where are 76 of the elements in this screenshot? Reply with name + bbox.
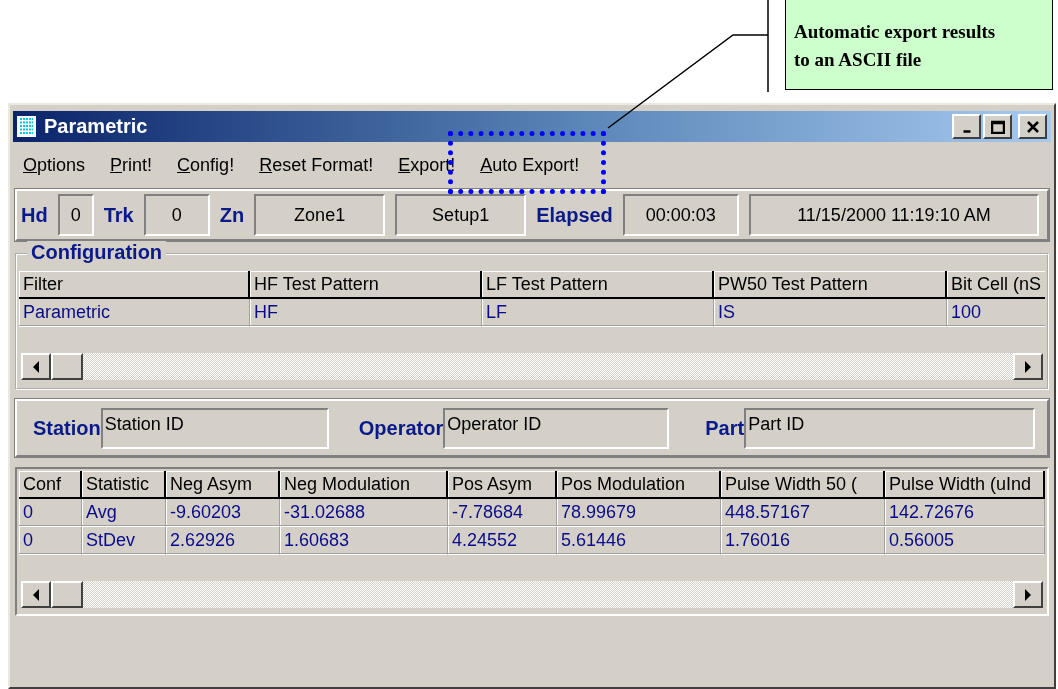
field-label: Operator	[358, 416, 444, 440]
table-cell: -9.60203	[166, 499, 280, 527]
scroll-right-button[interactable]	[1013, 581, 1043, 608]
table-cell: 1.60683	[280, 527, 448, 555]
window-title: Parametric	[44, 115, 149, 138]
menu-item[interactable]: Print!	[110, 155, 153, 176]
table-cell: 0	[19, 499, 82, 527]
menu-item[interactable]: Options	[23, 155, 86, 176]
group-title: Configuration	[27, 241, 167, 264]
table-cell: 0.56005	[885, 527, 1045, 555]
column-header[interactable]: Pos Asym	[448, 471, 557, 499]
table-cell: 1.76016	[721, 527, 885, 555]
column-header[interactable]: Pulse Width 50 (	[721, 471, 885, 499]
readout-field: 11/15/2000 11:19:10 AM	[748, 194, 1039, 236]
minimize-button[interactable]	[952, 114, 981, 139]
readout-field: Zone1	[254, 194, 386, 236]
table-cell: Avg	[82, 499, 166, 527]
close-button[interactable]	[1018, 114, 1047, 139]
table-cell: -7.78684	[448, 499, 557, 527]
column-header[interactable]: PW50 Test Pattern	[714, 271, 947, 299]
menu-item[interactable]: Config!	[177, 155, 235, 176]
column-header[interactable]: Statistic	[82, 471, 166, 499]
table-cell: 78.99679	[557, 499, 721, 527]
column-header[interactable]: Pulse Width (uInd	[885, 471, 1045, 499]
column-header[interactable]: Neg Modulation	[280, 471, 448, 499]
readout-field: 00:00:03	[622, 194, 739, 236]
readout-field: Setup1	[395, 194, 527, 236]
table-cell: 142.72676	[885, 499, 1045, 527]
table-cell: HF	[250, 299, 482, 327]
scroll-right-button[interactable]	[1013, 353, 1043, 380]
field-label: Part	[705, 416, 745, 440]
column-header[interactable]: Bit Cell (nS	[947, 271, 1045, 299]
menu-item[interactable]: Export!	[398, 155, 456, 176]
field-label: Trk	[103, 203, 134, 227]
scroll-thumb[interactable]	[51, 581, 83, 608]
menu-item[interactable]: Auto Export!	[480, 155, 580, 176]
table-cell: 448.57167	[721, 499, 885, 527]
table-cell: 100	[947, 299, 1045, 327]
field-label: Zn	[219, 203, 245, 227]
column-header[interactable]: HF Test Pattern	[250, 271, 482, 299]
left-triangle-icon	[32, 588, 40, 601]
table-cell: LF	[482, 299, 714, 327]
field-label: Hd	[21, 203, 48, 227]
readout-field: 0	[57, 194, 94, 236]
close-icon	[1025, 119, 1040, 134]
column-header[interactable]: Neg Asym	[166, 471, 280, 499]
maximize-button[interactable]	[983, 114, 1012, 139]
column-header[interactable]: Filter	[19, 271, 250, 299]
column-header[interactable]: LF Test Pattern	[482, 271, 714, 299]
right-triangle-icon	[1024, 588, 1032, 601]
readout-field: 0	[143, 194, 210, 236]
scroll-left-button[interactable]	[21, 353, 51, 380]
scroll-thumb[interactable]	[51, 353, 83, 380]
table-cell: 0	[19, 527, 82, 555]
column-header[interactable]: Conf	[19, 471, 82, 499]
minimize-icon	[962, 130, 971, 133]
left-triangle-icon	[32, 360, 40, 373]
menu-item[interactable]: Reset Format!	[259, 155, 374, 176]
callout-note: Automatic export results to an ASCII file	[785, 0, 1053, 90]
input-field[interactable]: Part ID	[744, 407, 1035, 449]
right-triangle-icon	[1024, 360, 1032, 373]
table-cell: -31.02688	[280, 499, 448, 527]
table-cell: StDev	[82, 527, 166, 555]
table-cell: 4.24552	[448, 527, 557, 555]
app-icon	[17, 116, 36, 137]
scroll-left-button[interactable]	[21, 581, 51, 608]
field-label: Elapsed	[536, 203, 613, 227]
input-field[interactable]: Operator ID	[443, 407, 670, 449]
column-header[interactable]: Pos Modulation	[557, 471, 721, 499]
maximize-icon	[990, 119, 1005, 134]
table-cell: IS	[714, 299, 947, 327]
table-cell: Parametric	[19, 299, 250, 327]
table-cell: 2.62926	[166, 527, 280, 555]
table-cell: 5.61446	[557, 527, 721, 555]
field-label: Station	[33, 416, 101, 440]
input-field[interactable]: Station ID	[100, 407, 329, 449]
